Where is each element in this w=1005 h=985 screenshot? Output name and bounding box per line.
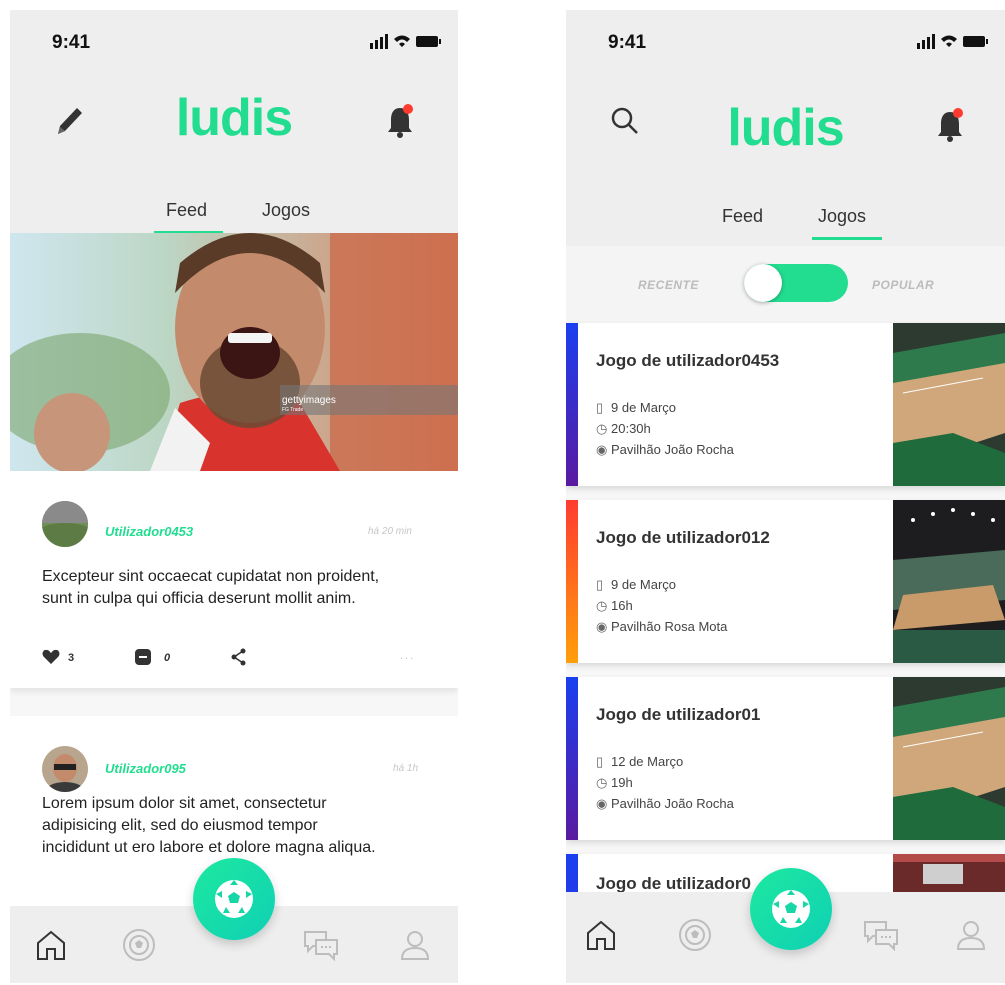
games-screen: 9:41 ludis Feed Jogos RECENTE POPULAR Jo… <box>566 10 1005 983</box>
home-icon[interactable] <box>34 928 68 962</box>
profile-icon[interactable] <box>954 918 988 952</box>
tab-bar-top: Feed Jogos <box>10 200 458 236</box>
bookmark-icon: ▯ <box>596 754 604 769</box>
post-text: Lorem ipsum dolor sit amet, consectetur … <box>42 793 376 859</box>
comments-count: 0 <box>164 652 171 664</box>
post-username[interactable]: Utilizador0453 <box>105 524 193 539</box>
likes-count: 3 <box>68 652 75 664</box>
bookmark-icon: ▯ <box>596 577 604 592</box>
sort-toggle-switch[interactable] <box>744 264 848 302</box>
post-text-line: sunt in culpa qui officia deserunt molli… <box>42 590 356 607</box>
post-text-line: Lorem ipsum dolor sit amet, consectetur <box>42 795 327 812</box>
status-time: 9:41 <box>52 32 91 53</box>
location-pin-icon: ◉ <box>596 796 608 811</box>
chat-icon[interactable] <box>302 928 340 962</box>
toggle-label-popular[interactable]: POPULAR <box>872 278 934 292</box>
avatar[interactable] <box>42 746 88 792</box>
bell-notification-icon[interactable] <box>382 98 418 142</box>
game-card[interactable]: Jogo de utilizador0453 ▯ 9 de Março ◷ 20:3… <box>566 323 1005 486</box>
feed-post: Utilizador0453 há 20 min Excepteur sint … <box>10 471 458 688</box>
arena-photo <box>893 677 1005 840</box>
game-date: ▯ 12 de Março <box>596 754 684 769</box>
post-time: há 20 min <box>368 526 412 537</box>
home-icon[interactable] <box>584 918 618 952</box>
game-title: Jogo de utilizador01 <box>596 705 761 724</box>
game-place: ◉ Pavilhão João Rocha <box>596 796 734 811</box>
play-ball-button[interactable] <box>193 858 275 940</box>
avatar-photo <box>42 746 88 792</box>
profile-icon[interactable] <box>398 928 432 962</box>
status-icons <box>917 34 988 49</box>
watermark-text: gettyimages <box>282 395 336 406</box>
location-pin-icon: ◉ <box>596 442 608 457</box>
game-title: Jogo de utilizador0 <box>596 874 751 893</box>
clock-icon: ◷ <box>596 598 608 613</box>
share-icon[interactable] <box>230 648 248 666</box>
game-time: ◷ 19h <box>596 775 633 790</box>
game-date: ▯ 9 de Março <box>596 577 677 592</box>
post-time: há 1h <box>393 763 419 774</box>
game-title: Jogo de utilizador012 <box>596 528 770 547</box>
game-card[interactable]: Jogo de utilizador01 ▯ 12 de Março ◷ 19h ◉… <box>566 677 1005 840</box>
chat-icon[interactable] <box>862 918 900 952</box>
app-header: 9:41 ludis Feed Jogos <box>566 10 1005 246</box>
post-text-line: incididunt ut ero labore et dolore magna… <box>42 839 376 856</box>
more-options-icon[interactable]: ... <box>400 650 415 662</box>
play-ball-button[interactable] <box>750 868 832 950</box>
post-hero-image[interactable]: gettyimages FG Trade <box>10 233 458 471</box>
history-ball-icon[interactable] <box>676 916 714 954</box>
status-time: 9:41 <box>608 32 647 53</box>
game-time: ◷ 20:30h <box>596 421 651 436</box>
post-text-line: Excepteur sint occaecat cupidatat non pr… <box>42 568 380 585</box>
game-place: ◉ Pavilhão João Rocha <box>596 442 734 457</box>
game-place: ◉ Pavilhão Rosa Mota <box>596 619 728 634</box>
arena-photo <box>893 500 1005 663</box>
bell-notification-icon[interactable] <box>932 102 968 146</box>
game-title: Jogo de utilizador0453 <box>596 351 780 370</box>
app-header: 9:41 ludis Feed Jogos <box>10 10 458 246</box>
game-card[interactable]: Jogo de utilizador012 ▯ 9 de Março ◷ 16h ◉… <box>566 500 1005 663</box>
toggle-knob <box>744 264 782 302</box>
feed-screen: 9:41 ludis Feed Jogos gettyimages FG Tra… <box>10 10 458 983</box>
history-ball-icon[interactable] <box>120 926 158 964</box>
clock-icon: ◷ <box>596 421 608 436</box>
post-username[interactable]: Utilizador095 <box>105 761 186 776</box>
avatar-photo <box>42 501 88 547</box>
tab-feed[interactable]: Feed <box>722 206 763 227</box>
game-card-accent <box>566 500 578 663</box>
location-pin-icon: ◉ <box>596 619 608 634</box>
soccer-ball-icon <box>772 890 810 928</box>
cheering-fan-photo: gettyimages FG Trade <box>10 233 458 471</box>
toggle-label-recent[interactable]: RECENTE <box>638 278 699 292</box>
comment-icon[interactable] <box>134 648 152 666</box>
tab-feed[interactable]: Feed <box>166 200 207 221</box>
game-card-accent <box>566 323 578 486</box>
game-time: ◷ 16h <box>596 598 633 613</box>
arena-photo <box>893 323 1005 486</box>
tab-jogos[interactable]: Jogos <box>818 206 866 227</box>
bookmark-icon: ▯ <box>596 400 604 415</box>
game-card-accent <box>566 677 578 840</box>
sort-toggle-row: RECENTE POPULAR <box>566 246 1005 324</box>
soccer-ball-icon <box>215 880 253 918</box>
post-text-line: adipisicing elit, sed do eiusmod tempor <box>42 817 318 834</box>
clock-icon: ◷ <box>596 775 608 790</box>
avatar[interactable] <box>42 501 88 547</box>
game-date: ▯ 9 de Março <box>596 400 677 415</box>
tab-bar-top: Feed Jogos <box>566 206 1005 242</box>
heart-icon[interactable] <box>42 649 60 665</box>
status-icons <box>370 34 441 49</box>
tab-jogos[interactable]: Jogos <box>262 200 310 221</box>
watermark-subtext: FG Trade <box>282 407 303 413</box>
post-text: Excepteur sint occaecat cupidatat non pr… <box>42 566 379 610</box>
active-tab-indicator <box>812 237 882 240</box>
